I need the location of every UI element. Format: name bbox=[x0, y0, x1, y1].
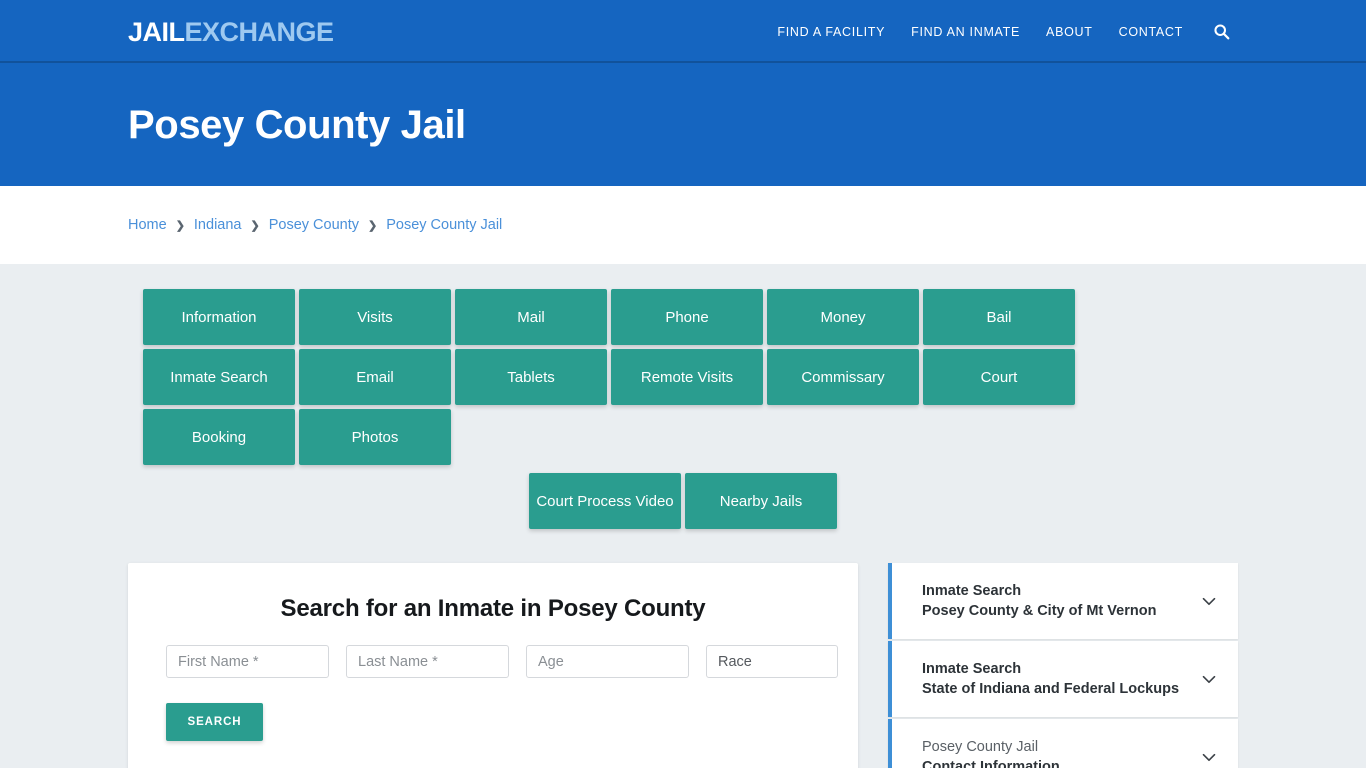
inmate-search-submit-button[interactable]: SEARCH bbox=[166, 703, 263, 741]
topic-button-court-process-video[interactable]: Court Process Video bbox=[529, 473, 681, 529]
accordion-item-label: Inmate Search State of Indiana and Feder… bbox=[922, 659, 1179, 699]
accordion-item-label: Inmate Search Posey County & City of Mt … bbox=[922, 581, 1156, 621]
accordion-item-line1: Inmate Search bbox=[922, 583, 1022, 599]
topic-button-visits[interactable]: Visits bbox=[299, 289, 451, 345]
logo-text-primary: JAIL bbox=[128, 17, 185, 47]
breadcrumb-item-posey-county-jail[interactable]: Posey County Jail bbox=[386, 217, 502, 233]
nav-item-contact[interactable]: CONTACT bbox=[1106, 25, 1196, 39]
age-input[interactable] bbox=[526, 645, 689, 678]
nav-item-find-a-facility[interactable]: FIND A FACILITY bbox=[764, 25, 898, 39]
search-icon[interactable] bbox=[1204, 15, 1238, 49]
accordion-item-line1: Posey County Jail bbox=[922, 739, 1039, 755]
topic-button-nearby-jails[interactable]: Nearby Jails bbox=[685, 473, 837, 529]
logo-text-secondary: EXCHANGE bbox=[184, 17, 335, 47]
accordion-item-label: Posey County Jail Contact Information bbox=[922, 737, 1060, 768]
accordion-item-line1: Inmate Search bbox=[922, 661, 1022, 677]
facility-topic-buttons-row-3: Court Process Video Nearby Jails bbox=[133, 473, 1233, 529]
nav-item-about[interactable]: ABOUT bbox=[1033, 25, 1106, 39]
main-columns: Search for an Inmate in Posey County Rac… bbox=[128, 563, 1238, 768]
chevron-down-icon[interactable] bbox=[1198, 590, 1220, 612]
race-select[interactable]: Race bbox=[706, 645, 838, 678]
breadcrumb-separator-icon: ❯ bbox=[367, 219, 378, 232]
accordion-item-inmate-search-state[interactable]: Inmate Search State of Indiana and Feder… bbox=[888, 641, 1238, 717]
topic-button-tablets[interactable]: Tablets bbox=[455, 349, 607, 405]
hero-banner: Posey County Jail bbox=[0, 63, 1366, 186]
breadcrumb-separator-icon: ❯ bbox=[175, 219, 185, 232]
topic-button-mail[interactable]: Mail bbox=[455, 289, 607, 345]
facility-topic-buttons: Information Visits Mail Phone Money Bail… bbox=[133, 289, 1233, 465]
breadcrumb: Home ❯ Indiana ❯ Posey County ❯ Posey Co… bbox=[0, 217, 502, 233]
accordion-item-line2: State of Indiana and Federal Lockups bbox=[922, 681, 1180, 697]
sidebar-accordion: Inmate Search Posey County & City of Mt … bbox=[888, 563, 1238, 768]
topic-button-remote-visits[interactable]: Remote Visits bbox=[611, 349, 763, 405]
topic-button-money[interactable]: Money bbox=[767, 289, 919, 345]
inmate-search-heading: Search for an Inmate in Posey County bbox=[280, 595, 706, 622]
breadcrumb-separator-icon: ❯ bbox=[250, 219, 260, 232]
inmate-search-fields: Race bbox=[148, 645, 838, 678]
topic-button-court[interactable]: Court bbox=[923, 349, 1075, 405]
topic-button-commissary[interactable]: Commissary bbox=[767, 349, 919, 405]
chevron-down-icon[interactable] bbox=[1198, 746, 1220, 768]
breadcrumb-item-posey-county[interactable]: Posey County bbox=[269, 217, 359, 233]
breadcrumb-band: Home ❯ Indiana ❯ Posey County ❯ Posey Co… bbox=[0, 186, 1366, 264]
main-column: Search for an Inmate in Posey County Rac… bbox=[128, 563, 858, 768]
last-name-input[interactable] bbox=[346, 645, 509, 678]
breadcrumb-item-indiana[interactable]: Indiana bbox=[194, 217, 242, 233]
topic-button-inmate-search[interactable]: Inmate Search bbox=[143, 349, 295, 405]
top-navigation-bar: JAILEXCHANGE FIND A FACILITY FIND AN INM… bbox=[0, 0, 1366, 63]
topic-button-phone[interactable]: Phone bbox=[611, 289, 763, 345]
accordion-item-inmate-search-county[interactable]: Inmate Search Posey County & City of Mt … bbox=[888, 563, 1238, 639]
topic-button-email[interactable]: Email bbox=[299, 349, 451, 405]
page-content: Information Visits Mail Phone Money Bail… bbox=[0, 264, 1366, 768]
topic-button-photos[interactable]: Photos bbox=[299, 409, 451, 465]
site-logo[interactable]: JAILEXCHANGE bbox=[128, 17, 334, 47]
topic-button-information[interactable]: Information bbox=[143, 289, 295, 345]
topic-button-bail[interactable]: Bail bbox=[923, 289, 1075, 345]
main-nav: FIND A FACILITY FIND AN INMATE ABOUT CON… bbox=[764, 0, 1238, 63]
accordion-item-contact-information[interactable]: Posey County Jail Contact Information bbox=[888, 719, 1238, 768]
accordion-item-line2: Posey County & City of Mt Vernon bbox=[922, 603, 1157, 619]
topic-button-booking[interactable]: Booking bbox=[143, 409, 295, 465]
nav-item-find-an-inmate[interactable]: FIND AN INMATE bbox=[898, 25, 1033, 39]
inmate-search-card: Search for an Inmate in Posey County Rac… bbox=[128, 563, 858, 768]
first-name-input[interactable] bbox=[166, 645, 329, 678]
sidebar-column: Inmate Search Posey County & City of Mt … bbox=[888, 563, 1238, 768]
chevron-down-icon[interactable] bbox=[1198, 668, 1220, 690]
accordion-item-line2: Contact Information bbox=[922, 759, 1060, 768]
breadcrumb-item-home[interactable]: Home bbox=[128, 217, 167, 233]
page-title: Posey County Jail bbox=[128, 102, 466, 147]
